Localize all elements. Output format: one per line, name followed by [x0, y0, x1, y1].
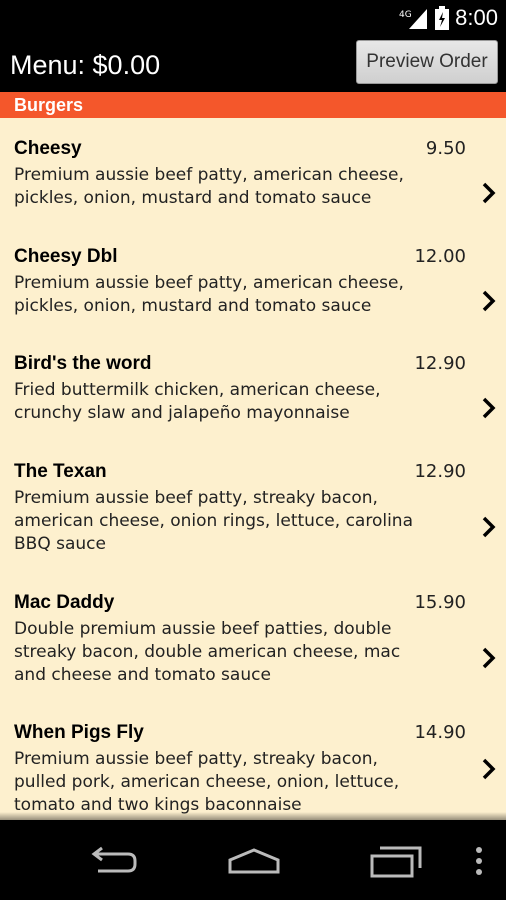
menu-list[interactable]: Cheesy 9.50 Premium aussie beef patty, a…: [0, 118, 506, 820]
chevron-right-icon: [482, 758, 496, 780]
battery-icon: [435, 6, 450, 30]
menu-item[interactable]: Cheesy Dbl 12.00 Premium aussie beef pat…: [0, 246, 506, 342]
chevron-right-icon: [482, 290, 496, 312]
item-description: Premium aussie beef patty, streaky bacon…: [14, 488, 413, 554]
menu-item[interactable]: The Texan 12.90 Premium aussie beef patt…: [0, 461, 506, 579]
recents-icon[interactable]: [370, 846, 422, 878]
chevron-right-icon: [482, 397, 496, 419]
status-bar: 4G 8:00: [0, 0, 506, 36]
item-price: 14.90: [414, 722, 466, 743]
menu-total-title: Menu: $0.00: [10, 50, 161, 80]
back-icon[interactable]: [88, 846, 138, 876]
item-name: The Texan: [14, 461, 107, 482]
item-name: Cheesy: [14, 138, 82, 159]
menu-item[interactable]: Cheesy 9.50 Premium aussie beef patty, a…: [0, 138, 506, 234]
item-name: Mac Daddy: [14, 592, 115, 613]
item-name: Cheesy Dbl: [14, 246, 118, 267]
overflow-menu-icon[interactable]: [474, 846, 484, 876]
item-price: 12.00: [414, 246, 466, 267]
item-description: Fried buttermilk chicken, american chees…: [14, 380, 381, 423]
menu-item[interactable]: Bird's the word 12.90 Fried buttermilk c…: [0, 353, 506, 449]
item-description: Premium aussie beef patty, american chee…: [14, 165, 404, 208]
item-price: 9.50: [425, 138, 466, 159]
item-name: Bird's the word: [14, 353, 152, 374]
preview-order-button[interactable]: Preview Order: [356, 40, 498, 84]
chevron-right-icon: [482, 647, 496, 669]
menu-item[interactable]: Mac Daddy 15.90 Double premium aussie be…: [0, 592, 506, 710]
signal-icon: 4G: [399, 7, 429, 29]
navigation-bar: [0, 820, 506, 900]
item-price: 12.90: [414, 461, 466, 482]
network-type-label: 4G: [399, 10, 412, 20]
item-description: Premium aussie beef patty, streaky bacon…: [14, 749, 400, 815]
section-header-burgers: Burgers: [0, 92, 506, 118]
status-icons: 4G 8:00: [399, 0, 498, 36]
item-name: When Pigs Fly: [14, 722, 144, 743]
item-description: Premium aussie beef patty, american chee…: [14, 273, 404, 316]
home-icon[interactable]: [227, 846, 281, 876]
clock: 8:00: [455, 5, 498, 30]
menu-item[interactable]: When Pigs Fly 14.90 Premium aussie beef …: [0, 722, 506, 820]
chevron-right-icon: [482, 182, 496, 204]
item-price: 15.90: [414, 592, 466, 613]
chevron-right-icon: [482, 516, 496, 538]
item-price: 12.90: [414, 353, 466, 374]
item-description: Double premium aussie beef patties, doub…: [14, 619, 401, 685]
action-bar: Menu: $0.00 Preview Order: [0, 36, 506, 92]
